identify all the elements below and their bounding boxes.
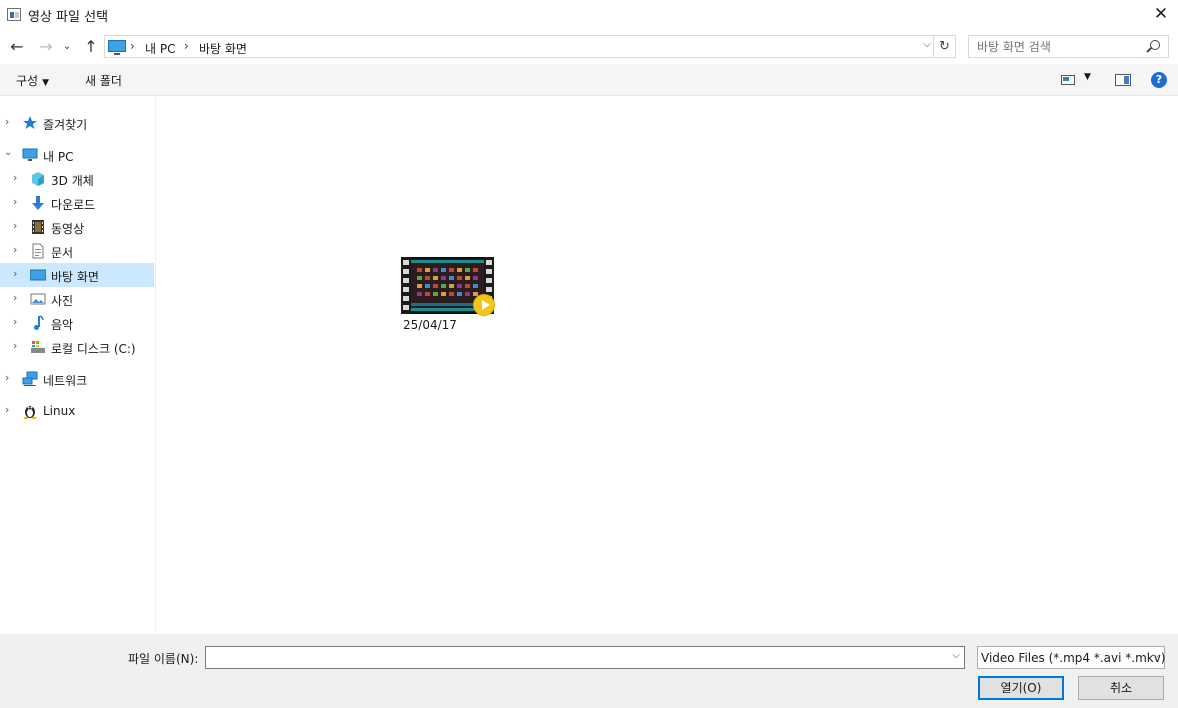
chevron-right-icon[interactable]: › — [5, 115, 9, 128]
chevron-right-icon[interactable]: › — [13, 195, 17, 208]
chevron-right-icon[interactable]: › — [5, 371, 9, 384]
sidebar-item-music[interactable]: › 음악 — [0, 311, 154, 335]
filename-label: 파일 이름(N): — [128, 652, 199, 666]
file-item[interactable]: 25/04/17 — [398, 257, 498, 337]
navigation-bar: ← → ⌄ ↑ › 내 PC › 바탕 화면 ⌵ ↻ — [0, 33, 1178, 61]
sidebar-item-label: 네트워크 — [43, 374, 88, 388]
desktop-icon — [30, 269, 46, 281]
search-box[interactable] — [968, 35, 1169, 58]
chevron-right-icon[interactable]: › — [13, 291, 17, 304]
new-folder-button[interactable]: 새 폴더 — [85, 72, 122, 89]
sidebar-item-linux[interactable]: › Linux — [0, 399, 154, 423]
network-icon — [22, 371, 38, 386]
forward-button[interactable]: → — [35, 36, 57, 58]
chevron-down-icon[interactable]: ⌄ — [4, 147, 12, 158]
sidebar-item-favorites[interactable]: › 즐겨찾기 — [0, 111, 154, 135]
dialog-footer: 파일 이름(N): ⌵ Video Files (*.mp4 *.avi *.m… — [0, 634, 1178, 708]
drive-icon — [31, 341, 45, 353]
recent-locations-button[interactable]: ⌄ — [60, 36, 74, 58]
filetype-value: Video Files (*.mp4 *.avi *.mkv) — [981, 651, 1166, 665]
star-icon — [23, 116, 37, 129]
chevron-right-icon[interactable]: › — [13, 243, 17, 256]
close-button[interactable]: ✕ — [1144, 0, 1178, 30]
chevron-right-icon[interactable]: › — [5, 403, 9, 416]
sidebar-item-pictures[interactable]: › 사진 — [0, 287, 154, 311]
address-bar[interactable]: › 내 PC › 바탕 화면 ⌵ — [104, 35, 934, 58]
computer-icon — [22, 148, 38, 161]
navigation-pane: › 즐겨찾기 ⌄ 내 PC › 3D 개체 › 다운로드 › 동영상 › 문서 … — [0, 97, 156, 634]
sidebar-item-label: 바탕 화면 — [51, 270, 99, 284]
title-bar: 영상 파일 선택 ✕ — [0, 0, 1178, 30]
search-icon[interactable] — [1150, 40, 1160, 50]
view-options-icon[interactable] — [1061, 75, 1075, 85]
caret-down-icon: ▼ — [42, 78, 50, 88]
sidebar-item-desktop[interactable]: › 바탕 화면 — [0, 263, 154, 287]
film-strip-left — [401, 257, 411, 314]
sidebar-item-label: 즐겨찾기 — [43, 118, 88, 132]
command-bar: 구성 ▼ 새 폴더 ▼ ? — [0, 64, 1178, 96]
sidebar-item-3d-objects[interactable]: › 3D 개체 — [0, 167, 154, 191]
app-icon — [7, 8, 21, 21]
music-icon — [34, 315, 44, 330]
sidebar-item-label: 내 PC — [43, 150, 74, 164]
breadcrumb-item[interactable]: 바탕 화면 — [199, 40, 247, 57]
sidebar-item-this-pc[interactable]: ⌄ 내 PC — [0, 143, 154, 167]
play-icon — [473, 294, 495, 316]
refresh-button[interactable]: ↻ — [934, 35, 956, 58]
filename-field[interactable]: ⌵ — [205, 646, 965, 669]
sidebar-item-label: 3D 개체 — [51, 174, 94, 188]
sidebar-item-downloads[interactable]: › 다운로드 — [0, 191, 154, 215]
video-icon — [32, 220, 44, 234]
sidebar-item-documents[interactable]: › 문서 — [0, 239, 154, 263]
breadcrumb-separator-icon: › — [184, 39, 189, 53]
computer-icon — [108, 40, 126, 55]
file-name: 25/04/17 — [403, 318, 457, 332]
sidebar-item-label: 음악 — [51, 318, 74, 332]
file-list-view[interactable]: 25/04/17 — [157, 97, 1178, 634]
caret-down-icon[interactable]: ▼ — [1084, 72, 1091, 82]
sidebar-item-videos[interactable]: › 동영상 — [0, 215, 154, 239]
sidebar-item-local-disk[interactable]: › 로컬 디스크 (C:) — [0, 335, 154, 359]
chevron-down-icon[interactable]: ⌵ — [1152, 650, 1160, 661]
chevron-down-icon[interactable]: ⌵ — [952, 650, 960, 661]
organize-button[interactable]: 구성 ▼ — [16, 72, 49, 89]
sidebar-item-label: 로컬 디스크 (C:) — [51, 342, 136, 356]
search-input[interactable] — [969, 36, 1144, 57]
open-button[interactable]: 열기(O) — [978, 676, 1064, 700]
sidebar-item-network[interactable]: › 네트워크 — [0, 367, 154, 391]
linux-icon — [23, 406, 37, 419]
3d-objects-icon — [32, 172, 44, 186]
chevron-down-icon[interactable]: ⌵ — [923, 39, 931, 50]
picture-icon — [30, 293, 46, 305]
organize-label: 구성 — [16, 74, 39, 88]
chevron-right-icon[interactable]: › — [13, 219, 17, 232]
sidebar-item-label: 동영상 — [51, 222, 85, 236]
help-icon[interactable]: ? — [1151, 72, 1167, 88]
chevron-right-icon[interactable]: › — [13, 171, 17, 184]
up-button[interactable]: ↑ — [80, 36, 102, 58]
sidebar-item-label: 다운로드 — [51, 198, 96, 212]
filetype-select[interactable]: Video Files (*.mp4 *.avi *.mkv) ⌵ — [977, 646, 1166, 669]
breadcrumb-item[interactable]: 내 PC — [145, 40, 175, 57]
sidebar-item-label: 문서 — [51, 246, 74, 260]
document-icon — [32, 243, 44, 259]
chevron-right-icon[interactable]: › — [13, 339, 17, 352]
sidebar-item-label: Linux — [43, 404, 76, 418]
preview-pane-icon[interactable] — [1115, 74, 1131, 86]
download-icon — [32, 196, 44, 210]
breadcrumb-separator-icon: › — [130, 39, 135, 53]
window-title: 영상 파일 선택 — [28, 10, 109, 25]
chevron-right-icon[interactable]: › — [13, 267, 17, 280]
cancel-button[interactable]: 취소 — [1078, 676, 1164, 700]
back-button[interactable]: ← — [6, 36, 28, 58]
sidebar-item-label: 사진 — [51, 294, 74, 308]
chevron-right-icon[interactable]: › — [13, 315, 17, 328]
